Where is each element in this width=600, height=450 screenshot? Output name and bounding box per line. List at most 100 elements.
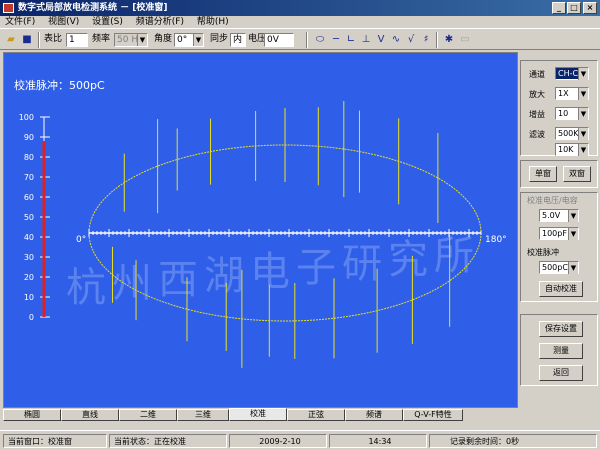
open-folder-icon[interactable]: ▰ (4, 33, 18, 47)
calibration-pulse-select[interactable]: 500pC ▼ (539, 261, 579, 274)
watermark-char: 究 (388, 237, 428, 283)
save-icon[interactable]: ■ (20, 33, 34, 47)
measure-button[interactable]: 测量 (539, 343, 583, 359)
filter-high-select[interactable]: 500K ▼ (555, 127, 589, 140)
app-icon (3, 3, 14, 13)
watermark-char: 西 (158, 257, 198, 303)
separator (436, 32, 438, 48)
boost-label: 增益 (529, 110, 545, 119)
line-icon[interactable]: ─ (329, 33, 343, 47)
menu-view[interactable]: 视图(V) (43, 16, 84, 28)
angle-select[interactable]: 0° ▼ (174, 33, 204, 47)
sine-icon[interactable]: ∿ (389, 33, 403, 47)
return-button[interactable]: 返回 (539, 365, 583, 381)
y-tick-label: 70 (24, 173, 34, 182)
calibration-pulse-label: 校准脉冲 (527, 248, 559, 257)
menu-bar: 文件(F) 视图(V) 设置(S) 频谱分析(F) 帮助(H) (0, 16, 600, 28)
channel-group: 通道 CH-C ▼ 放大 1X ▼ 增益 10 ▼ 滤波 500K ▼ 10K ▼ (520, 60, 598, 156)
calibration-voltage-select[interactable]: 5.0V ▼ (539, 209, 579, 222)
ratio-label: 表比 (44, 34, 63, 44)
status-state: 当前状态：正在校准 (109, 434, 227, 448)
calibration-capacitance-select[interactable]: 100pF ▼ (539, 227, 579, 240)
print-icon[interactable]: ▭ (458, 33, 472, 47)
watermark-char: 湖 (204, 253, 244, 299)
watermark-char: 电 (250, 249, 290, 295)
y-tick-label: 100 (19, 113, 34, 122)
y-tick-label: 90 (24, 133, 34, 142)
boost-select[interactable]: 10 ▼ (555, 107, 589, 120)
calibration-group: 校准电压/电容 5.0V ▼ 100pF ▼ 校准脉冲 500pC ▼ 自动校准 (520, 192, 598, 302)
menu-file[interactable]: 文件(F) (0, 16, 40, 28)
status-window: 当前窗口：校准窗 (3, 434, 107, 448)
tab-calibrate[interactable]: 校准 (229, 408, 287, 421)
toolbar: ▰ ■ 表比 1 频率 50 Hz ▼ 角度 0° ▼ 同步 内 电压 0V ⬭ ─… (0, 28, 600, 50)
spectrum-icon[interactable]: ♯ (419, 33, 433, 47)
angle-end-label: 180° (485, 235, 507, 245)
filter-low-select[interactable]: 10K ▼ (555, 143, 589, 156)
y-tick-label: 10 (24, 293, 34, 302)
y-tick-label: 60 (24, 193, 34, 202)
watermark-char: 所 (434, 233, 474, 279)
maximize-button[interactable]: □ (567, 2, 581, 14)
status-bar: 当前窗口：校准窗 当前状态：正在校准 2009-2-10 14:34 记录剩余时… (0, 430, 600, 450)
settings-icon[interactable]: ✱ (442, 33, 456, 47)
frequency-label: 频率 (92, 34, 111, 44)
y-tick-label: 30 (24, 253, 34, 262)
step-icon[interactable]: ∟ (344, 33, 358, 47)
calibrate-icon[interactable]: Ⅴ (374, 33, 388, 47)
tab-sine[interactable]: 正弦 (287, 409, 345, 421)
window-title: 数字式局部放电检测系统 － [校准窗] (18, 3, 168, 13)
gain-select[interactable]: 1X ▼ (555, 87, 589, 100)
watermark-char: 子 (296, 245, 336, 291)
save-settings-button[interactable]: 保存设置 (539, 321, 583, 337)
pulse-icon[interactable]: ⊥ (359, 33, 373, 47)
separator (306, 32, 308, 48)
menu-help[interactable]: 帮助(H) (192, 16, 234, 28)
sync-label: 同步 (210, 34, 229, 44)
scope-display: 杭州西湖电子研究所 校准脉冲：500pC 100 90 80 70 60 50 40 30 20… (3, 52, 518, 408)
tab-3d[interactable]: 三维 (177, 409, 229, 421)
y-tick-label: 80 (24, 153, 34, 162)
ellipse-icon[interactable]: ⬭ (313, 33, 327, 47)
sync-field[interactable]: 内 (230, 33, 246, 47)
tab-qvf[interactable]: Q-V-F特性 (403, 409, 463, 421)
y-tick-label: 40 (24, 233, 34, 242)
watermark-char: 州 (112, 261, 152, 307)
y-tick-label: 50 (24, 213, 34, 222)
tab-line[interactable]: 直线 (61, 409, 119, 421)
ratio-input[interactable]: 1 (66, 33, 88, 47)
auto-calibrate-button[interactable]: 自动校准 (539, 281, 583, 297)
calibration-title: 校准脉冲：500pC (14, 78, 105, 92)
watermark-char: 研 (342, 241, 382, 287)
channel-select[interactable]: CH-C ▼ (555, 67, 589, 80)
wave-icon[interactable]: √ (404, 33, 418, 47)
menu-settings[interactable]: 设置(S) (87, 16, 128, 28)
gain-label: 放大 (529, 90, 545, 99)
angle-label: 角度 (154, 34, 173, 44)
tab-2d[interactable]: 二维 (119, 409, 177, 421)
watermark-char: 杭 (66, 265, 106, 311)
y-tick-label: 20 (24, 273, 34, 282)
angle-start-label: 0° (76, 235, 86, 245)
view-tabs: 椭圆 直线 二维 三维 校准 正弦 频谱 Q-V-F特性 (3, 408, 518, 421)
close-button[interactable]: × (583, 2, 597, 14)
status-remaining: 记录剩余时间：0秒 (429, 434, 597, 448)
status-time: 14:34 (329, 434, 427, 448)
calibration-group-label: 校准电压/电容 (527, 196, 578, 205)
title-bar: 数字式局部放电检测系统 － [校准窗] _ □ × (0, 0, 600, 16)
tab-spectrum[interactable]: 频谱 (345, 409, 403, 421)
action-group: 保存设置 测量 返回 (520, 314, 598, 386)
channel-label: 通道 (529, 70, 545, 79)
tab-ellipse[interactable]: 椭圆 (3, 409, 61, 421)
waveform-trace (88, 101, 482, 368)
minimize-button[interactable]: _ (552, 2, 566, 14)
voltage-field[interactable]: 0V (264, 33, 294, 47)
single-window-button[interactable]: 单窗 (529, 166, 557, 182)
dual-window-button[interactable]: 双窗 (563, 166, 591, 182)
status-date: 2009-2-10 (229, 434, 327, 448)
menu-spectrum[interactable]: 频谱分析(F) (131, 16, 189, 28)
y-tick-label: 0 (29, 313, 34, 322)
frequency-select[interactable]: 50 Hz ▼ (114, 33, 148, 47)
waveform-canvas: 杭州西湖电子研究所 校准脉冲：500pC 1009080706050403020… (14, 78, 507, 368)
window-mode-group: 单窗 双窗 (520, 160, 598, 188)
